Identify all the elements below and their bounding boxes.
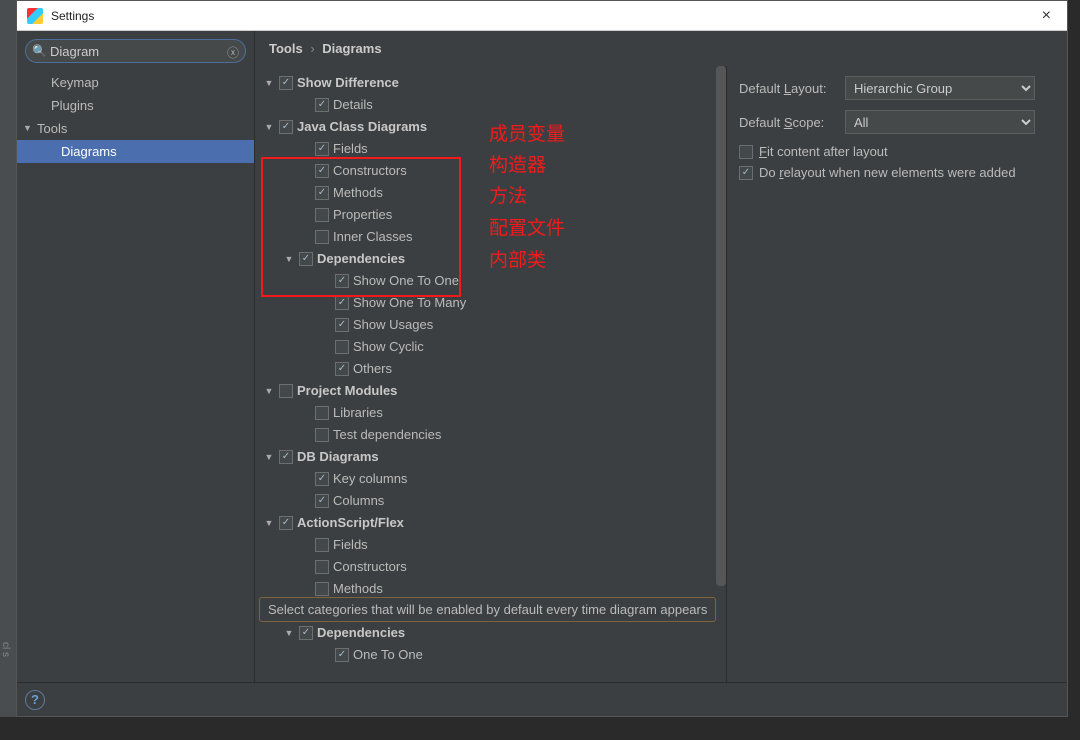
label-db-diagrams: DB Diagrams (297, 448, 379, 466)
annotation-constructor: 构造器 (489, 150, 546, 177)
sidebar-item-tools[interactable]: ▼ Tools (17, 117, 254, 140)
sidebar-item-keymap[interactable]: Keymap (17, 71, 254, 94)
label-columns: Columns (333, 492, 384, 510)
annotation-config: 配置文件 (489, 213, 565, 240)
label-test-deps: Test dependencies (333, 426, 441, 444)
label-libraries: Libraries (333, 404, 383, 422)
breadcrumb-parent: Tools (269, 41, 303, 56)
options-pane: Default Layout: Hierarchic Group Default… (727, 66, 1067, 682)
ide-sidebar-tab: cl s (0, 642, 11, 657)
scroll-thumb[interactable] (716, 66, 726, 586)
checkbox-show-difference[interactable] (279, 76, 293, 90)
annotation-member-vars: 成员变量 (489, 119, 565, 146)
annotation-inner-class: 内部类 (489, 245, 546, 272)
default-layout-select[interactable]: Hierarchic Group (845, 76, 1035, 100)
annotation-method: 方法 (489, 181, 527, 208)
checkbox-as-flex[interactable] (279, 516, 293, 530)
checkbox-show-usages[interactable] (335, 318, 349, 332)
checkbox-others[interactable] (335, 362, 349, 376)
search-box[interactable]: 🔍 ⓧ (25, 39, 246, 63)
help-icon[interactable]: ? (25, 690, 45, 710)
checkbox-columns[interactable] (315, 494, 329, 508)
checkbox-as-methods[interactable] (315, 582, 329, 596)
annotation-box (261, 157, 461, 297)
checkbox-db-diagrams[interactable] (279, 450, 293, 464)
label-as-methods: Methods (333, 580, 383, 598)
label-fit-content: Fit content after layout (759, 144, 888, 159)
label-project-modules: Project Modules (297, 382, 397, 400)
chevron-down-icon[interactable]: ▼ (263, 74, 275, 92)
window-title: Settings (51, 9, 94, 23)
tree-scrollbar[interactable] (716, 66, 726, 636)
search-icon: 🔍 (32, 44, 47, 58)
label-do-relayout: Do relayout when new elements were added (759, 165, 1016, 180)
label-others: Others (353, 360, 392, 378)
chevron-down-icon: ▼ (23, 123, 32, 133)
checkbox-details[interactable] (315, 98, 329, 112)
label-as-one-to-one: One To One (353, 646, 423, 664)
label-as-fields: Fields (333, 536, 368, 554)
hint-text: Select categories that will be enabled b… (259, 597, 716, 622)
breadcrumb-separator: › (306, 41, 318, 56)
label-as-flex: ActionScript/Flex (297, 514, 404, 532)
checkbox-as-ctors[interactable] (315, 560, 329, 574)
default-scope-select[interactable]: All (845, 110, 1035, 134)
chevron-down-icon[interactable]: ▼ (283, 624, 295, 642)
search-input[interactable] (48, 43, 217, 60)
label-show-difference: Show Difference (297, 74, 399, 92)
checkbox-test-deps[interactable] (315, 428, 329, 442)
chevron-down-icon[interactable]: ▼ (263, 382, 275, 400)
label-fields: Fields (333, 140, 368, 158)
breadcrumb-leaf: Diagrams (322, 41, 381, 56)
checkbox-as-fields[interactable] (315, 538, 329, 552)
checkbox-libraries[interactable] (315, 406, 329, 420)
default-scope-label: Default Scope: (739, 115, 835, 130)
label-as-deps: Dependencies (317, 624, 405, 642)
checkbox-do-relayout[interactable] (739, 166, 753, 180)
chevron-down-icon[interactable]: ▼ (263, 118, 275, 136)
label-show-usages: Show Usages (353, 316, 433, 334)
checkbox-show-cyclic[interactable] (335, 340, 349, 354)
titlebar: Settings × (17, 1, 1067, 31)
default-layout-label: Default Layout: (739, 81, 835, 96)
label-details: Details (333, 96, 373, 114)
checkbox-as-one-to-one[interactable] (335, 648, 349, 662)
checkbox-show-one-to-many[interactable] (335, 296, 349, 310)
chevron-down-icon[interactable]: ▼ (263, 448, 275, 466)
clear-search-icon[interactable]: ⓧ (227, 44, 239, 61)
checkbox-as-deps[interactable] (299, 626, 313, 640)
checkbox-fields[interactable] (315, 142, 329, 156)
label-as-ctors: Constructors (333, 558, 407, 576)
sidebar-item-plugins[interactable]: Plugins (17, 94, 254, 117)
sidebar-item-diagrams[interactable]: Diagrams (17, 140, 254, 163)
app-icon (27, 8, 43, 24)
label-java-class: Java Class Diagrams (297, 118, 427, 136)
checkbox-project-modules[interactable] (279, 384, 293, 398)
checkbox-java-class[interactable] (279, 120, 293, 134)
breadcrumb: Tools › Diagrams (255, 31, 1067, 66)
label-show-cyclic: Show Cyclic (353, 338, 424, 356)
settings-sidebar: 🔍 ⓧ Keymap Plugins ▼ Tools Diagrams (17, 31, 255, 682)
chevron-down-icon[interactable]: ▼ (263, 514, 275, 532)
label-key-columns: Key columns (333, 470, 407, 488)
checkbox-key-columns[interactable] (315, 472, 329, 486)
sidebar-label-tools: Tools (37, 121, 67, 136)
checkbox-fit-content[interactable] (739, 145, 753, 159)
close-icon[interactable]: × (1036, 7, 1057, 25)
